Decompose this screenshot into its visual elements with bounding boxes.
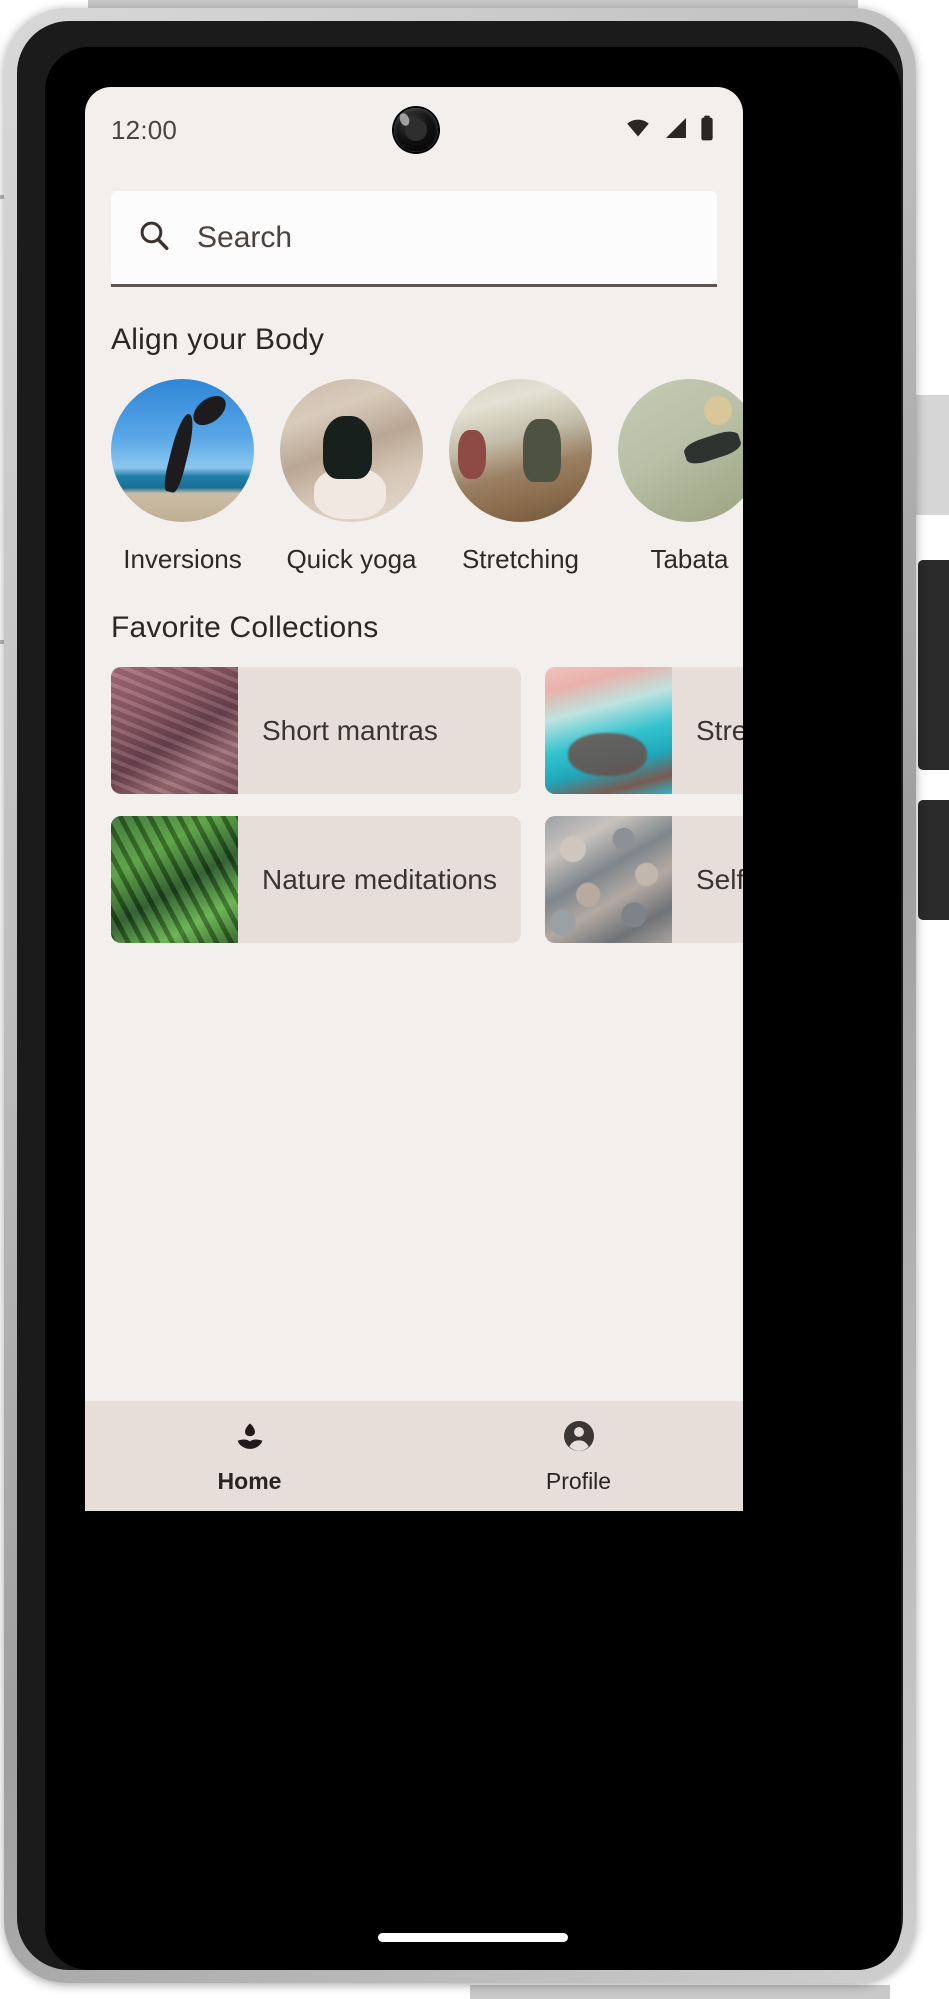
battery-icon <box>699 115 715 146</box>
inversions-thumbnail <box>111 379 254 522</box>
nav-item-home[interactable]: Home <box>85 1401 414 1511</box>
collection-card-self-massage[interactable]: Self-massage <box>545 816 743 943</box>
account-circle-icon <box>561 1418 597 1459</box>
gesture-home-indicator[interactable] <box>378 1933 568 1942</box>
screenshot-stage: 12:00 Search Align your Body Inversions … <box>0 0 949 1999</box>
backdrop-bottom-strip <box>470 1985 890 1999</box>
collection-card-short-mantras[interactable]: Short mantras <box>111 667 521 794</box>
collection-card-nature-meditations[interactable]: Nature meditations <box>111 816 521 943</box>
nav-item-label: Profile <box>545 1467 612 1494</box>
phone-bezel: 12:00 Search Align your Body Inversions … <box>17 21 903 1970</box>
front-camera-icon <box>394 108 438 152</box>
backdrop-right-dark-2 <box>918 800 949 920</box>
short-mantras-thumbnail <box>111 667 238 794</box>
app-screen: 12:00 Search Align your Body Inversions … <box>85 87 743 1511</box>
search-bar[interactable] <box>111 191 717 287</box>
self-massage-thumbnail <box>545 816 672 943</box>
align-your-body-row[interactable]: Inversions Quick yoga Stretching Tabata <box>85 379 743 575</box>
collection-card-stress-and-anxiety[interactable]: Stress and anxiety <box>545 667 743 794</box>
status-time: 12:00 <box>111 114 178 145</box>
favorite-collections-grid[interactable]: Short mantras Stress and anxiety <box>85 667 743 943</box>
collection-card-label: Stress and anxiety <box>696 714 743 746</box>
search-input[interactable] <box>197 191 717 284</box>
backdrop-right-dark-1 <box>918 560 949 770</box>
align-item-stretching[interactable]: Stretching <box>449 379 592 575</box>
favorite-collections-title: Favorite Collections <box>111 611 379 644</box>
phone-frame: 12:00 Search Align your Body Inversions … <box>4 8 916 1983</box>
search-icon <box>137 218 171 257</box>
stretching-thumbnail <box>449 379 592 522</box>
status-icon-group <box>623 115 715 146</box>
collection-card-label: Short mantras <box>262 714 438 746</box>
nav-item-label: Home <box>217 1467 282 1494</box>
bottom-navigation-bar[interactable]: Home Profile <box>85 1401 743 1511</box>
nav-item-profile[interactable]: Profile <box>414 1401 743 1511</box>
collection-card-label: Self-massage <box>696 863 743 895</box>
spa-flower-icon <box>232 1418 268 1459</box>
align-item-label: Tabata <box>650 544 729 574</box>
nature-meditations-thumbnail <box>111 816 238 943</box>
align-item-label: Quick yoga <box>286 544 417 574</box>
align-item-tabata[interactable]: Tabata <box>618 379 743 575</box>
phone-display: 12:00 Search Align your Body Inversions … <box>45 47 901 1970</box>
align-item-quick-yoga[interactable]: Quick yoga <box>280 379 423 575</box>
collection-card-label: Nature meditations <box>262 863 498 895</box>
align-item-label: Stretching <box>461 544 580 574</box>
align-item-inversions[interactable]: Inversions <box>111 379 254 575</box>
wifi-icon <box>623 116 653 145</box>
quick-yoga-thumbnail <box>280 379 423 522</box>
stress-and-anxiety-thumbnail <box>545 667 672 794</box>
tabata-thumbnail <box>618 379 743 522</box>
cellular-signal-icon <box>662 116 690 145</box>
align-item-label: Inversions <box>123 544 242 574</box>
align-your-body-title: Align your Body <box>111 323 325 356</box>
